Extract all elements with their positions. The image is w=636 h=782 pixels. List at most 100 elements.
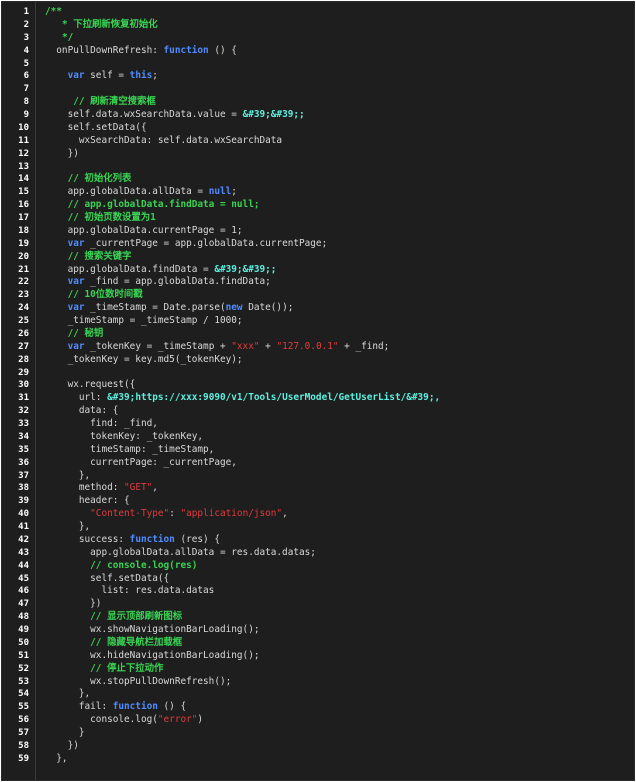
code-line: 38 method: "GET", [2, 482, 634, 495]
line-number: 39 [18, 496, 29, 507]
code-text: console.log("error") [45, 714, 203, 727]
line-number: 2 [23, 19, 29, 30]
line-number: 52 [18, 663, 29, 674]
line-number: 48 [18, 612, 29, 623]
code-token: wxSearchData: self.data.wxSearchData [45, 134, 283, 146]
code-token: , [282, 508, 288, 520]
line-number: 43 [18, 547, 29, 558]
code-text: header: { [45, 495, 130, 508]
code-line: 4 onPullDownRefresh: function () { [2, 45, 634, 58]
line-number: 29 [18, 367, 29, 378]
code-line: 47 }) [2, 598, 634, 611]
code-token: wx.showNavigationBarLoading(); [45, 624, 260, 635]
code-line: 39 header: { [2, 495, 634, 508]
code-token: self = [84, 70, 130, 82]
code-token: ; [152, 70, 158, 82]
code-token: header: { [45, 495, 130, 507]
code-token: var [67, 340, 85, 352]
code-line: 59 }, [2, 753, 634, 766]
code-token: ; [231, 186, 237, 198]
code-line: 16 // app.globalData.findData = null; [2, 199, 634, 212]
line-number: 40 [18, 509, 29, 520]
code-token: ) [197, 714, 204, 726]
code-token: var [67, 70, 85, 82]
line-number: 49 [18, 625, 29, 635]
code-text: wx.hideNavigationBarLoading(); [45, 650, 259, 663]
code-line: 42 success: function (res) { [2, 534, 634, 547]
code-line: 36 currentPage: _currentPage, [2, 457, 634, 470]
code-line: 35 timeStamp: _timeStamp, [2, 444, 634, 457]
code-token: }) [45, 147, 79, 159]
code-token: }) [45, 739, 79, 751]
code-token: var [67, 237, 85, 249]
line-number: 26 [18, 328, 29, 339]
code-token: null [208, 186, 232, 198]
code-token: // 隐藏导航栏加载框 [90, 636, 183, 648]
code-text: self.setData({ [45, 122, 147, 135]
code-line: 31 url: &#39;https://xxx:9090/v1/Tools/U… [2, 392, 634, 405]
code-line: 5 [2, 58, 634, 71]
code-token: /** [45, 6, 62, 17]
line-number: 38 [18, 483, 29, 494]
code-token: }, [45, 521, 91, 532]
code-token: // app.globalData.findData = null; [67, 199, 260, 211]
code-token: function [129, 533, 175, 545]
code-text: // 刷新清空搜索框 [45, 96, 156, 109]
line-number: 47 [18, 599, 29, 610]
code-text: // 停止下拉动作 [45, 663, 163, 676]
code-area[interactable]: 1/** 2 * 下拉刷新恢复初始化 3 */4 onPullDownRefresh… [2, 6, 634, 766]
code-token: "xxx" [231, 340, 260, 352]
code-line: 34 tokenKey: _tokenKey, [2, 431, 634, 444]
code-token: } [45, 727, 85, 738]
code-token: }) [45, 598, 102, 610]
code-text: fail: function () { [45, 701, 186, 714]
code-text: }, [45, 688, 90, 701]
line-number: 20 [18, 251, 29, 262]
line-number: 42 [18, 534, 29, 545]
code-line: 46 list: res.data.datas [2, 585, 634, 598]
code-token: // 搜索关键字 [67, 250, 132, 262]
line-number: 9 [23, 110, 29, 120]
code-token: success: [45, 533, 130, 545]
code-line: 41 }, [2, 521, 634, 534]
line-number: 37 [18, 470, 29, 481]
code-text: list: res.data.datas [45, 585, 214, 598]
line-number: 55 [18, 702, 29, 713]
code-text: url: &#39;https://xxx:9090/v1/Tools/User… [45, 392, 440, 405]
code-text: var _timeStamp = Date.parse(new Date()); [45, 302, 294, 315]
code-text: var _tokenKey = _timeStamp + "xxx" + "12… [45, 340, 390, 354]
line-number: 31 [18, 393, 29, 404]
code-line: 18 app.globalData.currentPage = 1; [2, 225, 634, 238]
code-text: find: _find, [45, 418, 158, 431]
code-line: 28 _tokenKey = key.md5(_tokenKey); [2, 354, 634, 367]
line-number: 41 [18, 522, 29, 532]
line-number: 30 [18, 380, 29, 391]
code-line: 26 // 秘钥 [2, 328, 634, 341]
line-number: 54 [18, 689, 29, 700]
code-line: 20 // 搜索关键字 [2, 251, 634, 264]
line-number: 56 [18, 715, 29, 726]
code-token: "error" [157, 714, 198, 726]
code-text: var self = this; [45, 70, 158, 83]
code-text: // 初始页数设置为1 [45, 212, 156, 225]
code-line: 25 _timeStamp = _timeStamp / 1000; [2, 315, 634, 328]
code-line: 32 data: { [2, 405, 634, 418]
code-line: 9 self.data.wxSearchData.value = &#39;&#… [2, 109, 634, 122]
code-line: 50 // 隐藏导航栏加载框 [2, 637, 634, 650]
code-text: app.globalData.currentPage = 1; [45, 225, 243, 238]
code-token: wx.hideNavigationBarLoading(); [45, 649, 260, 661]
code-text: wx.stopPullDownRefresh(); [45, 676, 231, 689]
code-line: 44 // console.log(res) [2, 560, 634, 573]
line-number: 27 [18, 341, 29, 352]
code-text: /** [45, 6, 62, 19]
line-number: 15 [18, 187, 29, 198]
code-text: wx.showNavigationBarLoading(); [45, 624, 259, 637]
line-number: 51 [18, 650, 29, 661]
line-number: 19 [18, 238, 29, 249]
